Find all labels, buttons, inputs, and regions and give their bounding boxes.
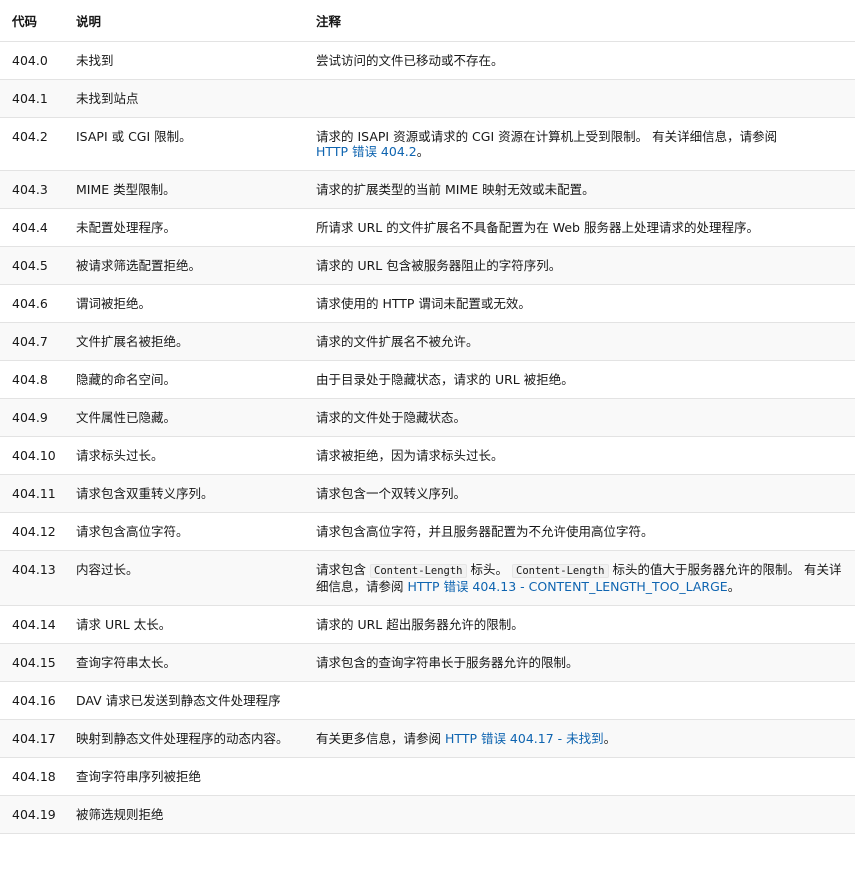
cell-notes xyxy=(304,757,855,796)
table-row: 404.14 请求 URL 太长。 请求的 URL 超出服务器允许的限制。 xyxy=(0,605,855,644)
cell-description: 被请求筛选配置拒绝。 xyxy=(64,246,304,285)
table-row: 404.16 DAV 请求已发送到静态文件处理程序 xyxy=(0,681,855,720)
header-code: 代码 xyxy=(0,0,64,42)
table-row: 404.11 请求包含双重转义序列。 请求包含一个双转义序列。 xyxy=(0,474,855,513)
link-http-error-404-17[interactable]: HTTP 错误 404.17 - 未找到 xyxy=(445,731,604,746)
cell-description: 请求标头过长。 xyxy=(64,436,304,475)
cell-description: DAV 请求已发送到静态文件处理程序 xyxy=(64,681,304,720)
table-header-row: 代码 说明 注释 xyxy=(0,0,855,42)
cell-description: 请求包含高位字符。 xyxy=(64,512,304,551)
cell-notes: 请求的 URL 超出服务器允许的限制。 xyxy=(304,605,855,644)
cell-code: 404.7 xyxy=(0,322,64,361)
cell-code: 404.8 xyxy=(0,360,64,399)
cell-notes: 请求的文件处于隐藏状态。 xyxy=(304,398,855,437)
cell-notes: 请求的 URL 包含被服务器阻止的字符序列。 xyxy=(304,246,855,285)
cell-code: 404.1 xyxy=(0,79,64,118)
table-row: 404.0 未找到 尝试访问的文件已移动或不存在。 xyxy=(0,41,855,80)
cell-code: 404.9 xyxy=(0,398,64,437)
table-row: 404.17 映射到静态文件处理程序的动态内容。 有关更多信息，请参阅 HTTP… xyxy=(0,719,855,758)
table-row: 404.4 未配置处理程序。 所请求 URL 的文件扩展名不具备配置为在 Web… xyxy=(0,208,855,247)
table-row: 404.6 谓词被拒绝。 请求使用的 HTTP 谓词未配置或无效。 xyxy=(0,284,855,323)
cell-description: 内容过长。 xyxy=(64,550,304,606)
cell-code: 404.19 xyxy=(0,795,64,834)
cell-notes: 请求包含 Content-Length 标头。 Content-Length 标… xyxy=(304,550,855,606)
table-row: 404.5 被请求筛选配置拒绝。 请求的 URL 包含被服务器阻止的字符序列。 xyxy=(0,246,855,285)
table-row: 404.18 查询字符串序列被拒绝 xyxy=(0,757,855,796)
table-row: 404.8 隐藏的命名空间。 由于目录处于隐藏状态，请求的 URL 被拒绝。 xyxy=(0,360,855,399)
table-row: 404.7 文件扩展名被拒绝。 请求的文件扩展名不被允许。 xyxy=(0,322,855,361)
cell-description: 未配置处理程序。 xyxy=(64,208,304,247)
cell-code: 404.0 xyxy=(0,41,64,80)
cell-code: 404.18 xyxy=(0,757,64,796)
notes-text: 请求包含 xyxy=(316,562,367,577)
cell-code: 404.12 xyxy=(0,512,64,551)
table-row: 404.12 请求包含高位字符。 请求包含高位字符，并且服务器配置为不允许使用高… xyxy=(0,512,855,551)
cell-description: 映射到静态文件处理程序的动态内容。 xyxy=(64,719,304,758)
cell-code: 404.17 xyxy=(0,719,64,758)
cell-code: 404.2 xyxy=(0,117,64,171)
cell-notes: 请求包含的查询字符串长于服务器允许的限制。 xyxy=(304,643,855,682)
cell-code: 404.15 xyxy=(0,643,64,682)
cell-notes: 尝试访问的文件已移动或不存在。 xyxy=(304,41,855,80)
notes-end: 。 xyxy=(727,579,741,594)
cell-notes: 由于目录处于隐藏状态，请求的 URL 被拒绝。 xyxy=(304,360,855,399)
cell-description: MIME 类型限制。 xyxy=(64,170,304,209)
cell-description: 文件扩展名被拒绝。 xyxy=(64,322,304,361)
cell-description: 查询字符串序列被拒绝 xyxy=(64,757,304,796)
cell-code: 404.5 xyxy=(0,246,64,285)
cell-notes xyxy=(304,681,855,720)
notes-end: 。 xyxy=(416,144,430,159)
table-row: 404.1 未找到站点 xyxy=(0,79,855,118)
code-content-length: Content-Length xyxy=(512,564,609,578)
cell-code: 404.14 xyxy=(0,605,64,644)
cell-description: 请求包含双重转义序列。 xyxy=(64,474,304,513)
table-row: 404.15 查询字符串太长。 请求包含的查询字符串长于服务器允许的限制。 xyxy=(0,643,855,682)
notes-text: 请求的 ISAPI 资源或请求的 CGI 资源在计算机上受到限制。 有关详细信息… xyxy=(316,129,778,144)
table-row: 404.9 文件属性已隐藏。 请求的文件处于隐藏状态。 xyxy=(0,398,855,437)
cell-code: 404.16 xyxy=(0,681,64,720)
cell-notes: 有关更多信息，请参阅 HTTP 错误 404.17 - 未找到。 xyxy=(304,719,855,758)
cell-code: 404.4 xyxy=(0,208,64,247)
cell-code: 404.13 xyxy=(0,550,64,606)
cell-description: ISAPI 或 CGI 限制。 xyxy=(64,117,304,171)
cell-description: 隐藏的命名空间。 xyxy=(64,360,304,399)
cell-description: 查询字符串太长。 xyxy=(64,643,304,682)
cell-notes: 请求的文件扩展名不被允许。 xyxy=(304,322,855,361)
cell-code: 404.11 xyxy=(0,474,64,513)
cell-notes xyxy=(304,79,855,118)
table-row: 404.10 请求标头过长。 请求被拒绝，因为请求标头过长。 xyxy=(0,436,855,475)
cell-code: 404.6 xyxy=(0,284,64,323)
cell-description: 未找到 xyxy=(64,41,304,80)
cell-code: 404.10 xyxy=(0,436,64,475)
header-notes: 注释 xyxy=(304,0,855,42)
cell-description: 文件属性已隐藏。 xyxy=(64,398,304,437)
cell-description: 请求 URL 太长。 xyxy=(64,605,304,644)
cell-notes: 所请求 URL 的文件扩展名不具备配置为在 Web 服务器上处理请求的处理程序。 xyxy=(304,208,855,247)
cell-description: 谓词被拒绝。 xyxy=(64,284,304,323)
cell-description: 未找到站点 xyxy=(64,79,304,118)
header-description: 说明 xyxy=(64,0,304,42)
notes-end: 。 xyxy=(603,731,617,746)
cell-notes: 请求的扩展类型的当前 MIME 映射无效或未配置。 xyxy=(304,170,855,209)
cell-description: 被筛选规则拒绝 xyxy=(64,795,304,834)
cell-notes: 请求使用的 HTTP 谓词未配置或无效。 xyxy=(304,284,855,323)
table-row: 404.13 内容过长。 请求包含 Content-Length 标头。 Con… xyxy=(0,550,855,606)
table-row: 404.3 MIME 类型限制。 请求的扩展类型的当前 MIME 映射无效或未配… xyxy=(0,170,855,209)
notes-text: 标头。 xyxy=(470,562,509,577)
cell-notes: 请求包含一个双转义序列。 xyxy=(304,474,855,513)
table-row: 404.2 ISAPI 或 CGI 限制。 请求的 ISAPI 资源或请求的 C… xyxy=(0,117,855,171)
cell-notes: 请求的 ISAPI 资源或请求的 CGI 资源在计算机上受到限制。 有关详细信息… xyxy=(304,117,855,171)
table-row: 404.19 被筛选规则拒绝 xyxy=(0,795,855,834)
cell-notes: 请求包含高位字符，并且服务器配置为不允许使用高位字符。 xyxy=(304,512,855,551)
link-http-error-404-2[interactable]: HTTP 错误 404.2 xyxy=(316,144,417,159)
cell-code: 404.3 xyxy=(0,170,64,209)
cell-notes: 请求被拒绝，因为请求标头过长。 xyxy=(304,436,855,475)
code-content-length: Content-Length xyxy=(370,564,467,578)
link-http-error-404-13[interactable]: HTTP 错误 404.13 - CONTENT_LENGTH_TOO_LARG… xyxy=(408,579,728,594)
cell-notes xyxy=(304,795,855,834)
error-codes-table: 代码 说明 注释 404.0 未找到 尝试访问的文件已移动或不存在。 404.1… xyxy=(0,0,855,834)
notes-text: 有关更多信息，请参阅 xyxy=(316,731,442,746)
